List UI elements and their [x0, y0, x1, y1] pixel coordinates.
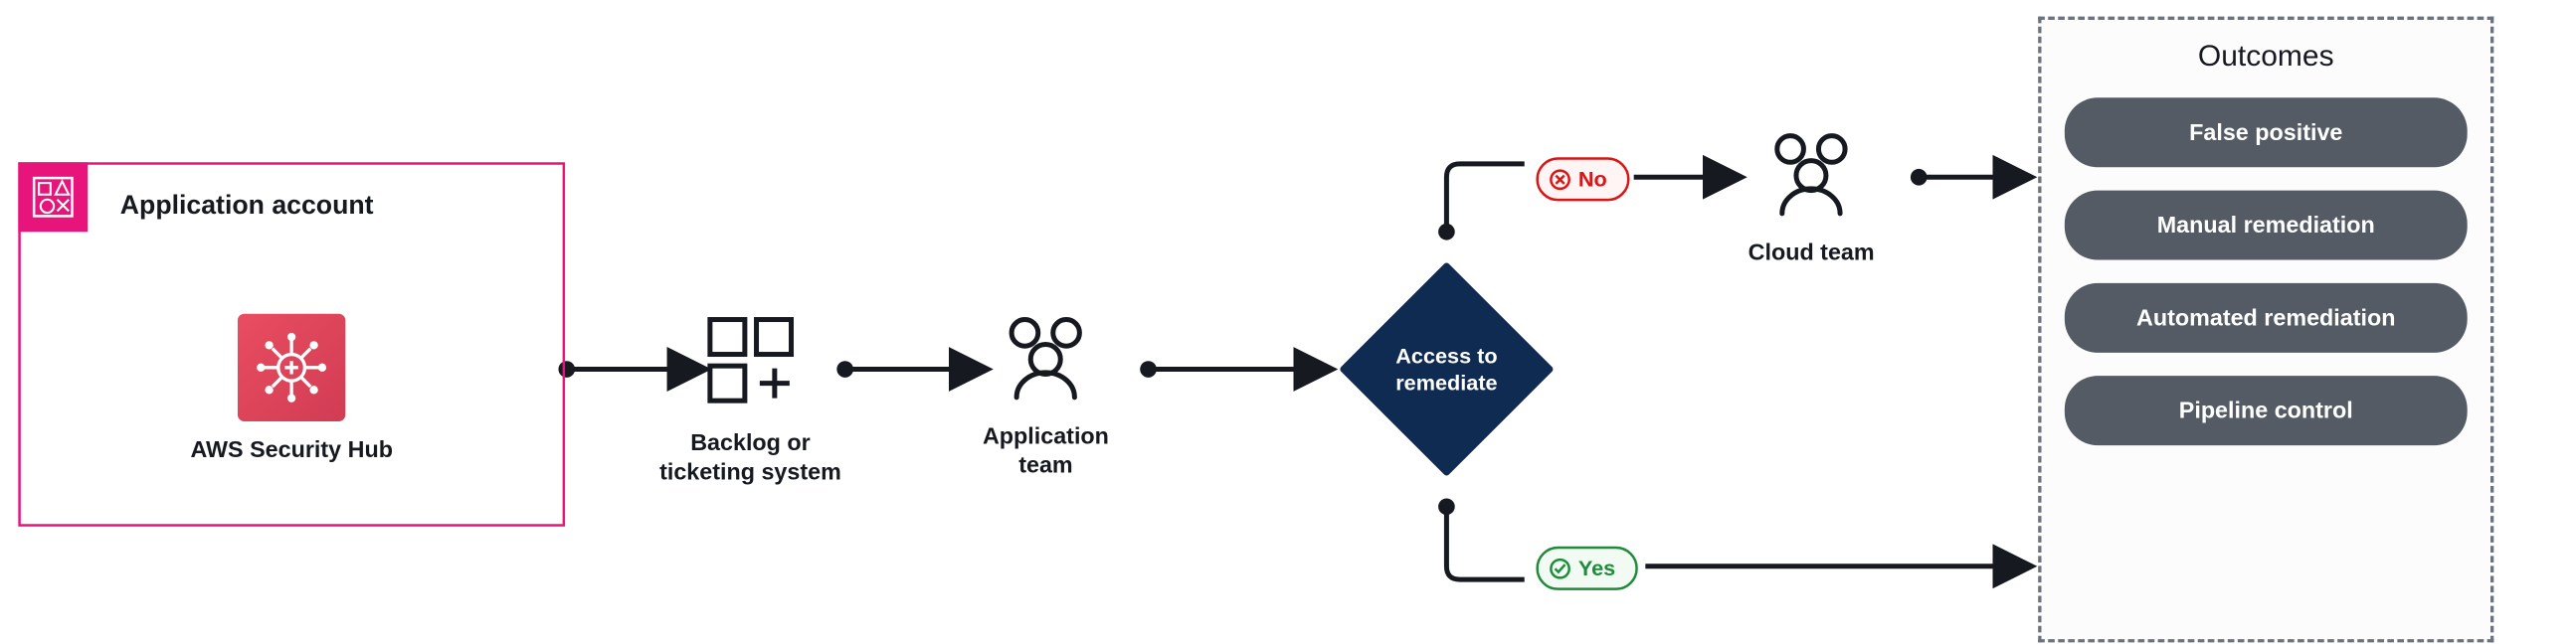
- branch-yes-badge: Yes: [1536, 547, 1637, 590]
- decision-label: Access to remediate: [1339, 261, 1555, 477]
- application-account-title: Application account: [120, 190, 374, 220]
- security-hub-label: AWS Security Hub: [190, 434, 392, 463]
- application-team-node: Application team: [983, 311, 1109, 479]
- outcome-pill: Automated remediation: [2065, 283, 2468, 353]
- outcomes-box: Outcomes False positive Manual remediati…: [2038, 17, 2493, 643]
- branch-no-label: No: [1578, 166, 1607, 192]
- backlog-node: Backlog or ticketing system: [659, 311, 841, 486]
- security-hub-icon: [238, 314, 345, 421]
- close-circle-icon: [1549, 168, 1571, 191]
- aws-security-hub-node: AWS Security Hub: [190, 314, 392, 464]
- backlog-icon: [701, 311, 799, 408]
- cloud-team-label: Cloud team: [1748, 238, 1875, 266]
- outcome-pill: Pipeline control: [2065, 376, 2468, 445]
- decision-diamond: Access to remediate: [1339, 261, 1555, 477]
- team-icon: [992, 311, 1099, 402]
- application-team-label: Application team: [983, 421, 1109, 479]
- outcomes-title: Outcomes: [2065, 38, 2468, 73]
- team-icon: [1757, 127, 1865, 219]
- branch-yes-label: Yes: [1578, 556, 1615, 581]
- account-icon: [18, 162, 88, 232]
- check-circle-icon: [1549, 557, 1571, 579]
- application-account-box: Application account: [18, 162, 565, 527]
- backlog-label: Backlog or ticketing system: [659, 428, 841, 486]
- outcome-pill: Manual remediation: [2065, 191, 2468, 260]
- cloud-team-node: Cloud team: [1748, 127, 1875, 266]
- branch-no-badge: No: [1536, 157, 1629, 201]
- outcome-pill: False positive: [2065, 97, 2468, 167]
